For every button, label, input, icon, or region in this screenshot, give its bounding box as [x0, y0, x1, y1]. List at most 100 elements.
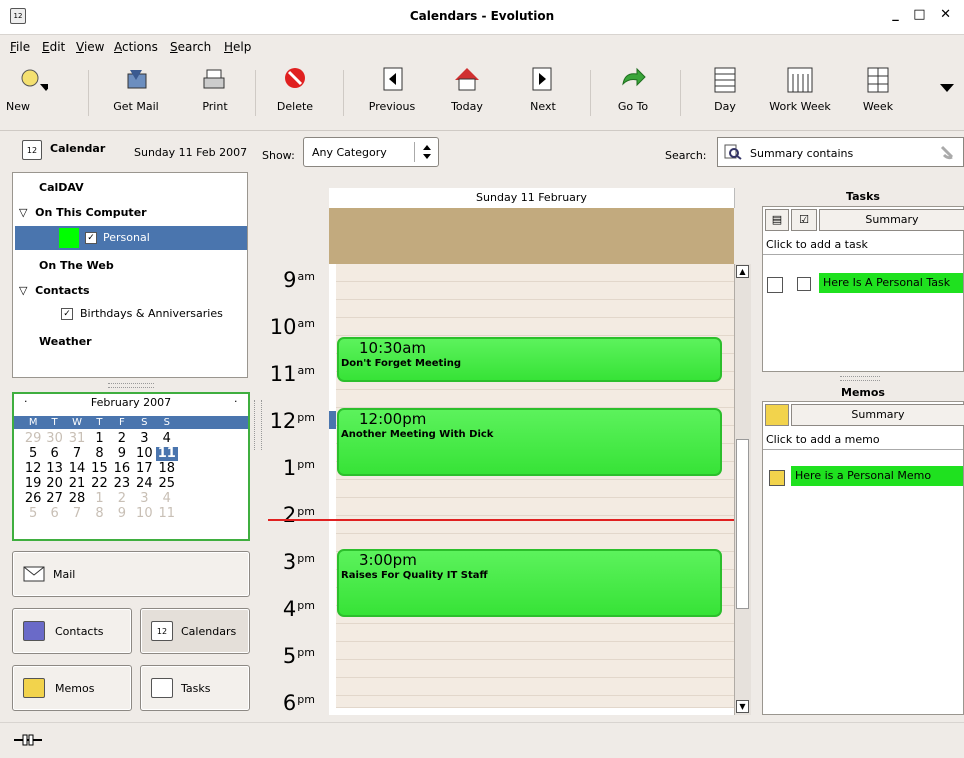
add-task-row[interactable]: Click to add a task [763, 235, 963, 255]
task-checkbox[interactable] [797, 277, 811, 291]
birthdays-checkbox[interactable]: ✓ [61, 308, 73, 320]
mini-calendar-day[interactable]: 20 [44, 477, 66, 491]
mini-calendar-day[interactable]: 29 [22, 432, 44, 446]
menu-edit[interactable]: Edit [42, 40, 65, 54]
mini-calendar-day[interactable]: 10 [133, 447, 155, 461]
previous-button[interactable]: Previous [362, 66, 422, 113]
memos-switcher-button[interactable]: Memos [12, 665, 132, 711]
next-month-arrow-icon[interactable]: · [234, 395, 238, 408]
scrollbar-thumb[interactable] [736, 439, 749, 609]
mini-calendar-day[interactable]: 27 [44, 492, 66, 506]
mini-calendar-day[interactable]: 21 [66, 477, 88, 491]
clear-search-icon[interactable] [938, 143, 956, 164]
menu-search[interactable]: Search [170, 40, 211, 54]
mini-calendar-day[interactable]: 18 [156, 462, 178, 476]
mini-calendar-day[interactable]: 5 [22, 447, 44, 461]
mail-switcher-button[interactable]: Mail [12, 551, 250, 597]
delete-button[interactable]: Delete [270, 66, 320, 113]
mini-calendar-day[interactable]: 9 [111, 447, 133, 461]
source-item-birthdays[interactable]: ✓ Birthdays & Anniversaries [61, 307, 223, 320]
memo-summary-column-header[interactable]: Summary [791, 404, 964, 426]
source-group-caldav[interactable]: CalDAV [39, 181, 84, 194]
time-slot[interactable] [336, 300, 734, 318]
expander-down-icon[interactable]: ▽ [19, 284, 27, 297]
pane-resize-handle[interactable] [840, 376, 880, 381]
task-complete-column-icon[interactable]: ☑ [791, 209, 817, 231]
mini-calendar-day[interactable]: 31 [66, 432, 88, 446]
mini-calendar-day[interactable]: 11 [155, 447, 178, 461]
add-memo-row[interactable]: Click to add a memo [763, 430, 963, 450]
menu-file[interactable]: File [10, 40, 30, 54]
pane-resize-handle[interactable] [108, 383, 154, 388]
mini-calendar-day[interactable]: 17 [133, 462, 155, 476]
calendar-event[interactable]: 12:00pm Another Meeting With Dick [337, 408, 722, 476]
task-summary-column-header[interactable]: Summary [819, 209, 964, 231]
get-mail-button[interactable]: Get Mail [100, 66, 172, 113]
time-slot[interactable] [336, 318, 734, 336]
tasks-switcher-button[interactable]: Tasks [140, 665, 250, 711]
mini-calendar-day[interactable]: 22 [88, 477, 110, 491]
contacts-switcher-button[interactable]: Contacts [12, 608, 132, 654]
mini-calendar-day[interactable]: 23 [111, 477, 133, 491]
calendar-event[interactable]: 3:00pm Raises For Quality IT Staff [337, 549, 722, 617]
menu-help[interactable]: Help [224, 40, 251, 54]
mini-calendar-day[interactable]: 7 [66, 447, 88, 461]
time-slot[interactable] [336, 498, 734, 516]
scroll-down-arrow-icon[interactable]: ▼ [736, 700, 749, 713]
work-week-view-button[interactable]: Work Week [764, 66, 836, 113]
time-slot[interactable] [336, 624, 734, 642]
mini-calendar-day[interactable]: 1 [88, 432, 110, 446]
source-group-weather[interactable]: Weather [39, 335, 92, 348]
mini-calendar-day[interactable]: 8 [88, 507, 110, 521]
mini-calendar-day[interactable]: 3 [133, 432, 155, 446]
source-group-on-the-web[interactable]: On The Web [39, 259, 114, 272]
mini-calendar-day[interactable]: 7 [66, 507, 88, 521]
memo-type-column-icon[interactable] [765, 404, 789, 426]
window-controls[interactable]: _ □ ✕ [892, 7, 956, 22]
new-button[interactable]: New [4, 66, 64, 113]
personal-checkbox[interactable]: ✓ [85, 232, 97, 244]
mini-calendar-day[interactable]: 11 [156, 507, 178, 521]
mini-calendar-day[interactable]: 26 [22, 492, 44, 506]
search-field[interactable]: Summary contains [750, 147, 853, 160]
memo-item[interactable]: Here is a Personal Memo [791, 466, 963, 486]
task-type-column-icon[interactable]: ▤ [765, 209, 789, 231]
day-view-button[interactable]: Day [700, 66, 750, 113]
calendars-switcher-button[interactable]: 12 Calendars [140, 608, 250, 654]
mini-calendar-day[interactable]: 2 [111, 432, 133, 446]
search-icon[interactable] [724, 144, 742, 163]
mini-calendar-day[interactable]: 1 [88, 492, 110, 506]
time-slot[interactable] [336, 642, 734, 660]
next-button[interactable]: Next [518, 66, 568, 113]
source-item-personal[interactable]: ✓ Personal [15, 226, 247, 250]
mini-calendar-day[interactable]: 28 [66, 492, 88, 506]
day-view-scrollbar[interactable]: ▲ ▼ [734, 264, 751, 715]
source-group-on-this-computer[interactable]: ▽ On This Computer [19, 206, 147, 219]
mini-calendar-day[interactable]: 12 [22, 462, 44, 476]
mini-calendar-day[interactable]: 6 [44, 447, 66, 461]
scroll-up-arrow-icon[interactable]: ▲ [736, 265, 749, 278]
mini-calendar-day[interactable]: 24 [133, 477, 155, 491]
task-item[interactable]: Here Is A Personal Task [819, 273, 963, 293]
search-box[interactable]: Summary contains [717, 137, 964, 167]
time-slot[interactable] [336, 390, 734, 408]
all-day-events-area[interactable] [329, 208, 734, 264]
source-group-contacts[interactable]: ▽ Contacts [19, 284, 90, 297]
mini-calendar-day[interactable]: 2 [111, 492, 133, 506]
mini-calendar-day[interactable]: 10 [133, 507, 155, 521]
time-slot[interactable] [336, 282, 734, 300]
pane-resize-handle[interactable] [254, 400, 262, 450]
mini-calendar-day[interactable]: 30 [44, 432, 66, 446]
mini-calendar-day[interactable]: 3 [133, 492, 155, 506]
go-to-button[interactable]: Go To [608, 66, 658, 113]
print-button[interactable]: Print [190, 66, 240, 113]
mini-calendar-day[interactable]: 6 [44, 507, 66, 521]
mini-calendar-day[interactable]: 4 [156, 492, 178, 506]
mini-calendar-day[interactable]: 9 [111, 507, 133, 521]
mini-calendar-day[interactable]: 15 [88, 462, 110, 476]
mini-calendar-day[interactable]: 5 [22, 507, 44, 521]
mini-calendar-day[interactable]: 14 [66, 462, 88, 476]
menu-actions[interactable]: Actions [114, 40, 158, 54]
time-slot[interactable] [336, 264, 734, 282]
time-slot[interactable] [336, 480, 734, 498]
